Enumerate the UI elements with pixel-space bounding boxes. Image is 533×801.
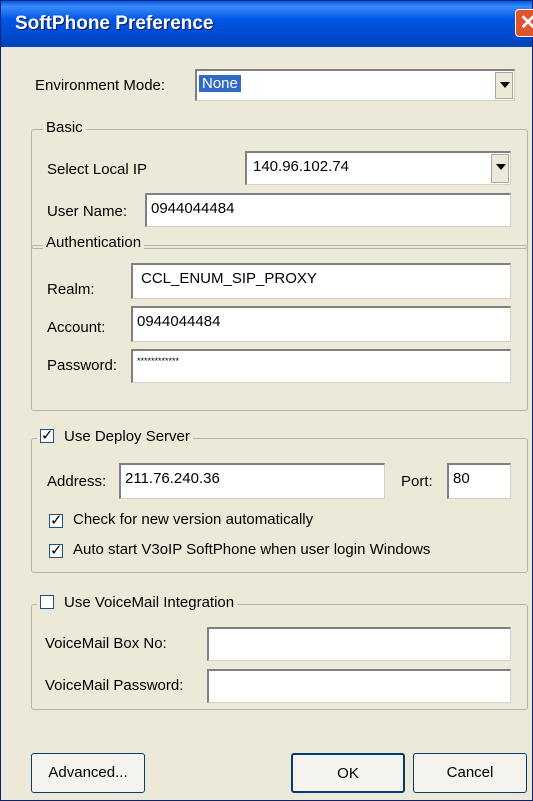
authentication-legend: Authentication (43, 234, 145, 251)
account-label: Account: (47, 319, 106, 336)
voicemail-box-field[interactable] (207, 627, 511, 661)
softphone-preference-dialog: SoftPhone Preference ✕ Environment Mode:… (0, 0, 533, 801)
user-name-field[interactable]: 0944044484 (145, 193, 511, 227)
use-deploy-server-checkbox[interactable] (40, 426, 54, 444)
voicemail-legend: Use VoiceMail Integration (37, 594, 238, 614)
chevron-down-icon[interactable] (495, 72, 513, 99)
realm-label: Realm: (47, 281, 95, 298)
deploy-server-legend: Use Deploy Server (37, 426, 193, 448)
local-ip-select[interactable]: 140.96.102.74 (245, 151, 511, 185)
window-title: SoftPhone Preference (15, 13, 214, 34)
account-field[interactable]: 0944044484 (131, 306, 511, 342)
ok-button[interactable]: OK (291, 753, 405, 793)
password-field[interactable]: ************ (131, 349, 511, 383)
local-ip-label: Select Local IP (47, 161, 148, 178)
local-ip-value: 140.96.102.74 (253, 158, 349, 175)
basic-group (31, 129, 528, 249)
environment-mode-label: Environment Mode: (35, 77, 166, 94)
advanced-button[interactable]: Advanced... (31, 753, 145, 793)
voicemail-box-label: VoiceMail Box No: (45, 635, 167, 652)
password-label: Password: (47, 357, 118, 374)
voicemail-password-label: VoiceMail Password: (45, 677, 184, 694)
close-icon[interactable]: ✕ (515, 9, 533, 37)
check-version-label: Check for new version automatically (73, 511, 314, 528)
title-bar[interactable]: SoftPhone Preference ✕ (1, 1, 533, 47)
chevron-down-icon[interactable] (491, 154, 509, 183)
basic-legend: Basic (43, 119, 86, 136)
cancel-button[interactable]: Cancel (413, 753, 527, 793)
check-version-checkbox[interactable] (49, 511, 63, 529)
user-name-label: User Name: (47, 203, 128, 220)
environment-mode-select[interactable]: None (195, 69, 515, 101)
realm-field[interactable]: CCL_ENUM_SIP_PROXY (131, 263, 511, 299)
address-field[interactable]: 211.76.240.36 (119, 463, 385, 499)
voicemail-password-field[interactable] (207, 669, 511, 703)
port-field[interactable]: 80 (447, 463, 511, 499)
autostart-checkbox[interactable] (49, 541, 63, 559)
address-label: Address: (47, 473, 107, 490)
use-voicemail-checkbox[interactable] (40, 595, 54, 609)
port-label: Port: (401, 473, 433, 490)
autostart-label: Auto start V3oIP SoftPhone when user log… (73, 541, 431, 558)
environment-mode-value: None (199, 75, 241, 92)
use-deploy-server-label: Use Deploy Server (64, 428, 190, 445)
use-voicemail-label: Use VoiceMail Integration (64, 594, 235, 611)
